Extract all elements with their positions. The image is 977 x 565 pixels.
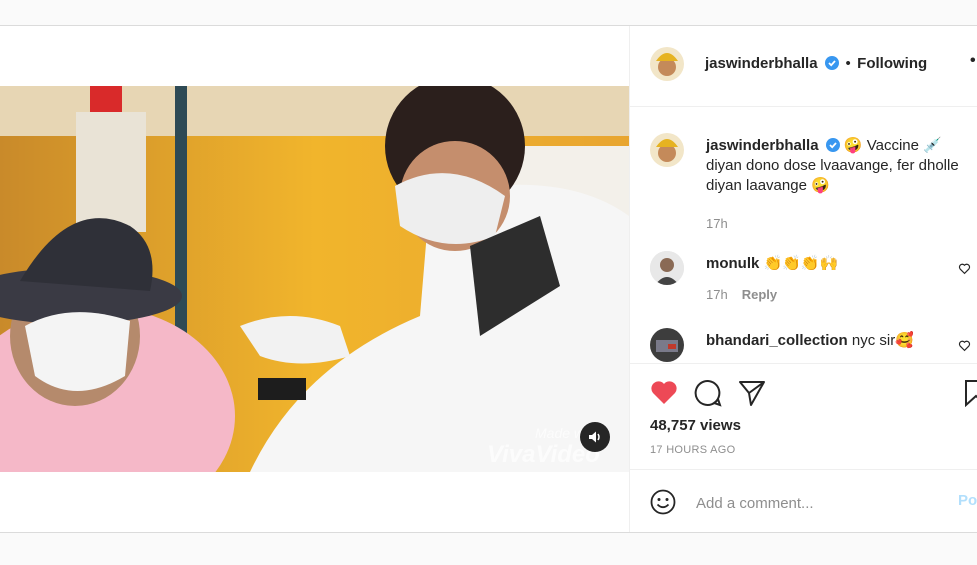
comment-like-heart-icon[interactable] (958, 262, 971, 275)
add-comment-bar: Post (630, 469, 977, 533)
comment-body: bhandari_collection nyc sir🥰 (706, 331, 961, 351)
post-video[interactable]: Made with VivaVideo (0, 86, 629, 472)
commenter-avatar[interactable] (650, 251, 684, 285)
sound-toggle-button[interactable] (580, 422, 610, 452)
author-row: jaswinderbhalla • Following (705, 55, 927, 73)
caption-body: jaswinderbhalla 🤪 Vaccine 💉 diyan dono d… (706, 136, 961, 196)
comment-text: nyc sir🥰 (851, 332, 914, 349)
caption: jaswinderbhalla 🤪 Vaccine 💉 diyan dono d… (650, 133, 970, 233)
caption-username[interactable]: jaswinderbhalla (706, 137, 819, 154)
top-navigation-bar (0, 0, 977, 26)
comment-username[interactable]: monulk (706, 255, 759, 272)
save-bookmark-icon[interactable] (964, 379, 977, 407)
comment-input[interactable] (694, 490, 948, 516)
like-heart-icon[interactable] (650, 379, 678, 405)
post-comment-button[interactable]: Post (958, 492, 977, 509)
comment-item: monulk 👏👏👏🙌 17h Reply (650, 251, 971, 311)
comment-meta: 17h Reply (706, 287, 777, 302)
author-username[interactable]: jaswinderbhalla (705, 55, 818, 72)
emoji-smiley-icon[interactable] (650, 489, 676, 515)
verified-badge-icon (825, 138, 840, 152)
post-actions: 48,757 views 17 HOURS AGO (630, 363, 977, 470)
post-header: jaswinderbhalla • Following • (630, 26, 977, 107)
comment-username[interactable]: bhandari_collection (706, 332, 848, 349)
author-avatar[interactable] (650, 47, 684, 81)
view-count[interactable]: 48,757 views (650, 417, 741, 434)
caption-time[interactable]: 17h (706, 216, 728, 231)
more-options-button[interactable]: • (970, 52, 976, 70)
video-frame: Made with VivaVideo (0, 86, 629, 472)
reply-button[interactable]: Reply (742, 287, 777, 302)
comment-time[interactable]: 17h (706, 287, 728, 302)
verified-badge-icon (825, 56, 839, 70)
comment-item: bhandari_collection nyc sir🥰 (650, 328, 971, 363)
comments-list: jaswinderbhalla 🤪 Vaccine 💉 diyan dono d… (630, 107, 977, 363)
caption-meta: 17h (706, 216, 728, 231)
post-sidebar: jaswinderbhalla • Following • jaswinderb… (629, 26, 977, 532)
comment-text: 👏👏👏🙌 (763, 255, 839, 272)
caption-avatar[interactable] (650, 133, 684, 167)
comment-body: monulk 👏👏👏🙌 (706, 254, 961, 274)
header-separator: • (845, 55, 851, 72)
post-card: Made with VivaVideo jaswinderbhalla • Fo… (0, 26, 977, 533)
commenter-avatar[interactable] (650, 328, 684, 362)
following-button[interactable]: Following (857, 55, 927, 72)
comment-bubble-icon[interactable] (694, 379, 722, 407)
share-paper-plane-icon[interactable] (738, 379, 766, 407)
post-timestamp[interactable]: 17 HOURS AGO (650, 444, 736, 456)
speaker-icon (589, 431, 600, 443)
comment-like-heart-icon[interactable] (958, 339, 971, 352)
